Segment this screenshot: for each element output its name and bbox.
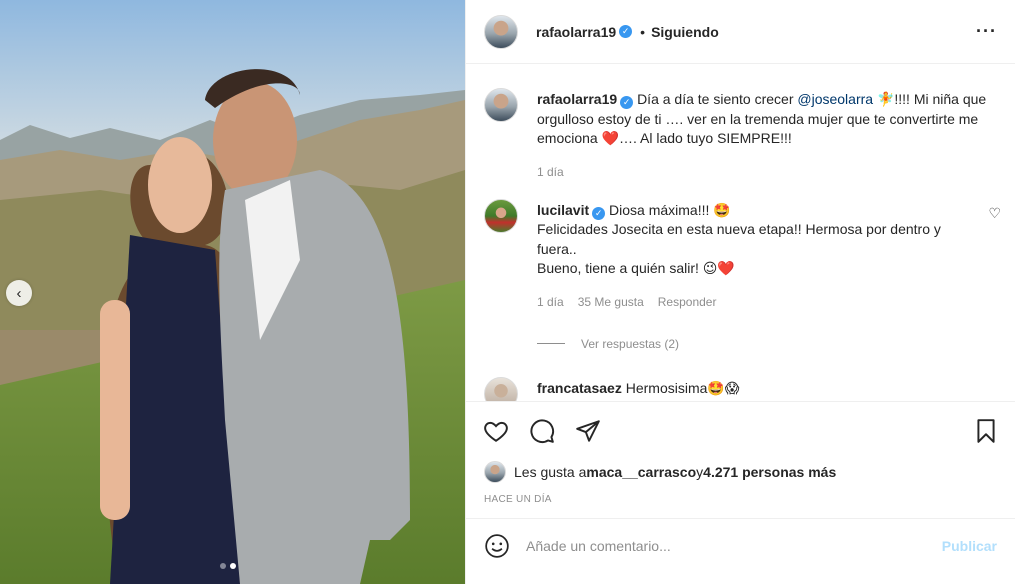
smiley-icon[interactable]: [484, 533, 510, 559]
action-bar: [466, 402, 1015, 460]
comment-text: francatasaez Hermosisima🤩😱: [537, 379, 739, 399]
carousel-dot: [220, 563, 226, 569]
heart-icon[interactable]: [483, 418, 509, 444]
reply-button[interactable]: Responder: [658, 295, 717, 309]
author-username[interactable]: rafaolarra19: [536, 24, 616, 40]
publish-button[interactable]: Publicar: [942, 538, 997, 554]
separator-dot: •: [640, 23, 646, 40]
likes-count[interactable]: 4.271 personas más: [703, 464, 836, 480]
photo-scene: [0, 0, 465, 584]
comment-input[interactable]: [526, 538, 942, 554]
post-header: rafaolarra19 ✓ • Siguiendo ···: [466, 0, 1015, 64]
comment-text: lucilavit ✓ Diosa máxima!!! 🤩 Felicidades…: [537, 201, 997, 279]
replies-divider: [537, 343, 565, 344]
caption-time[interactable]: 1 día: [537, 165, 564, 179]
commenter-avatar[interactable]: [484, 198, 518, 233]
bookmark-icon[interactable]: [974, 418, 998, 444]
caption-text-before: Día a día te siento crecer: [637, 91, 798, 107]
commenter-avatar[interactable]: [484, 376, 518, 401]
author-info: rafaolarra19 ✓ • Siguiendo: [536, 24, 719, 40]
add-comment-bar: Publicar: [466, 519, 1015, 573]
likes-summary: Les gusta a maca__carrasco y 4.271 perso…: [466, 460, 1015, 484]
caption: rafaolarra19 ✓ Día a día te siento crecer…: [484, 88, 997, 179]
comment-line-1: Hermosisima🤩😱: [621, 379, 740, 396]
post-photo[interactable]: ‹: [0, 0, 465, 584]
comment-meta: 1 día 35 Me gusta Responder: [537, 295, 997, 309]
comments-list[interactable]: rafaolarra19 ✓ Día a día te siento crecer…: [466, 64, 1015, 402]
commenter-username[interactable]: francatasaez: [537, 380, 622, 396]
post-side-panel: rafaolarra19 ✓ • Siguiendo ··· rafaolarr…: [465, 0, 1015, 584]
likes-middle: y: [696, 464, 704, 480]
comment-line-1: Diosa máxima!!! 🤩: [605, 201, 731, 218]
likes-prefix: Les gusta a: [514, 464, 587, 480]
more-options-icon[interactable]: ···: [976, 21, 997, 42]
comment-line-3: Bueno, tiene a quién salir! 😉❤️: [537, 260, 735, 276]
comment-time[interactable]: 1 día: [537, 295, 564, 309]
comment-like-heart-icon[interactable]: ♡: [988, 205, 1001, 222]
caption-mention[interactable]: @joseolarra: [797, 91, 873, 107]
follow-status-button[interactable]: Siguiendo: [651, 24, 719, 40]
carousel-indicators: [220, 563, 236, 569]
verified-badge-icon: ✓: [619, 25, 633, 38]
author-avatar[interactable]: [484, 14, 518, 49]
verified-badge-icon: ✓: [620, 96, 634, 110]
post-dialog: ‹ rafaolarra19 ✓ • Siguiendo ··· rafaola…: [0, 0, 1015, 584]
liker-username[interactable]: maca__carrasco: [586, 464, 696, 480]
comment-item: lucilavit ✓ Diosa máxima!!! 🤩 Felicidades…: [484, 198, 1001, 351]
chevron-left-icon: ‹: [16, 284, 22, 302]
liker-avatar[interactable]: [484, 461, 506, 483]
previous-photo-button[interactable]: ‹: [6, 280, 32, 306]
comment-icon[interactable]: [529, 418, 555, 444]
caption-username[interactable]: rafaolarra19: [537, 91, 617, 107]
comment-item: francatasaez Hermosisima🤩😱: [484, 376, 997, 401]
verified-badge-icon: ✓: [592, 206, 606, 220]
comment-line-2: Felicidades Josecita en esta nueva etapa…: [537, 221, 941, 257]
commenter-username[interactable]: lucilavit: [537, 202, 589, 218]
caption-text: rafaolarra19 ✓ Día a día te siento crecer…: [537, 90, 997, 149]
share-icon[interactable]: [575, 418, 601, 444]
view-replies-label: Ver respuestas (2): [581, 336, 680, 351]
view-replies-button[interactable]: Ver respuestas (2): [537, 337, 997, 351]
post-timestamp[interactable]: Hace un día: [466, 484, 1015, 519]
carousel-dot-active: [230, 563, 236, 569]
caption-meta: 1 día: [537, 165, 997, 179]
comment-likes[interactable]: 35 Me gusta: [578, 295, 644, 309]
caption-avatar[interactable]: [484, 88, 518, 122]
